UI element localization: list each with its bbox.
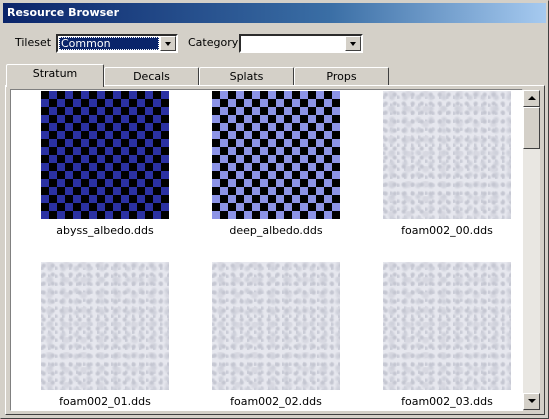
- resource-item[interactable]: deep_albedo.dds: [201, 91, 351, 237]
- tileset-label: Tileset: [15, 36, 52, 49]
- tileset-dropdown-button[interactable]: [160, 36, 176, 51]
- category-dropdown[interactable]: [239, 34, 363, 53]
- arrow-up-icon: [528, 96, 536, 100]
- arrow-down-icon: [528, 399, 536, 403]
- category-value: [242, 37, 344, 50]
- texture-thumbnail[interactable]: [212, 91, 340, 219]
- chevron-down-icon: [350, 42, 356, 46]
- resource-item[interactable]: foam002_01.dds: [30, 262, 180, 408]
- tileset-dropdown[interactable]: Common: [56, 34, 178, 53]
- tileset-value: Common: [59, 37, 159, 50]
- tab-props[interactable]: Props: [294, 67, 389, 87]
- tab-decals[interactable]: Decals: [104, 67, 199, 87]
- category-dropdown-button[interactable]: [345, 36, 361, 51]
- window-title[interactable]: Resource Browser: [3, 3, 546, 23]
- resource-browser-window: Resource Browser Tileset Common Category…: [0, 0, 549, 419]
- scrollbar-thumb[interactable]: [523, 107, 540, 149]
- resource-item[interactable]: abyss_albedo.dds: [30, 91, 180, 237]
- texture-thumbnail[interactable]: [212, 262, 340, 390]
- scroll-up-button[interactable]: [523, 90, 540, 107]
- resource-filename: deep_albedo.dds: [229, 224, 323, 237]
- resource-item[interactable]: foam002_03.dds: [372, 262, 522, 408]
- resource-item[interactable]: foam002_00.dds: [372, 91, 522, 237]
- resource-filename: foam002_00.dds: [401, 224, 493, 237]
- resource-grid: abyss_albedo.dds deep_albedo.dds foam002…: [10, 89, 523, 411]
- tab-splats[interactable]: Splats: [199, 67, 294, 87]
- texture-thumbnail[interactable]: [383, 91, 511, 219]
- category-label: Category: [188, 36, 239, 49]
- resource-filename: foam002_01.dds: [59, 395, 151, 408]
- scroll-down-button[interactable]: [523, 393, 540, 410]
- resource-filename: foam002_02.dds: [230, 395, 322, 408]
- texture-thumbnail[interactable]: [41, 91, 169, 219]
- resource-filename: foam002_03.dds: [401, 395, 493, 408]
- vertical-scrollbar[interactable]: [523, 90, 540, 410]
- chevron-down-icon: [165, 42, 171, 46]
- texture-thumbnail[interactable]: [383, 262, 511, 390]
- texture-thumbnail[interactable]: [41, 262, 169, 390]
- tab-stratum[interactable]: Stratum: [6, 64, 104, 87]
- resource-item[interactable]: foam002_02.dds: [201, 262, 351, 408]
- resource-filename: abyss_albedo.dds: [56, 224, 154, 237]
